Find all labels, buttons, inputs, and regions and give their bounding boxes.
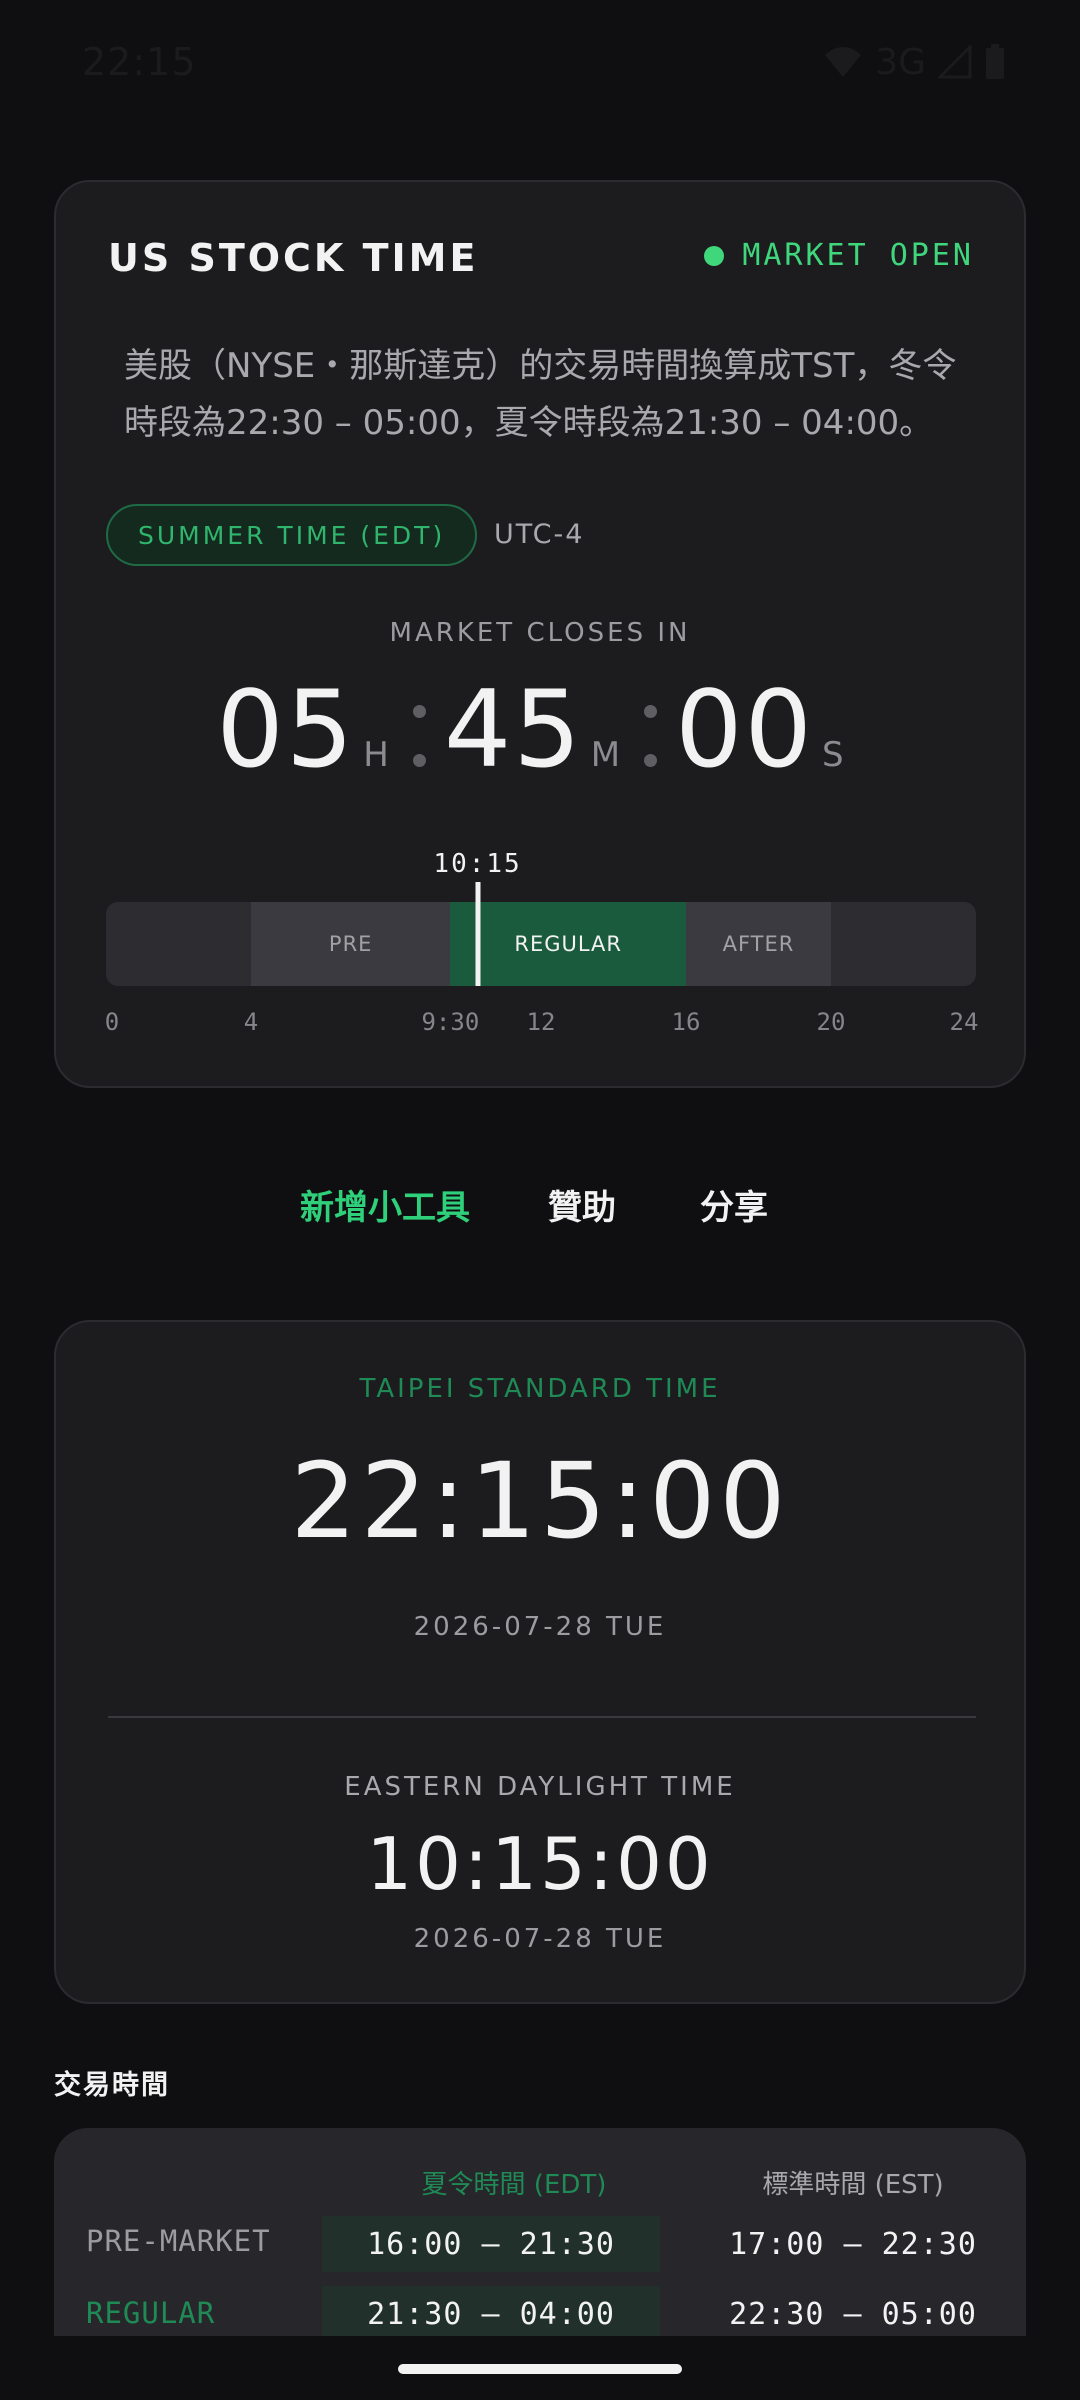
clock-card: TAIPEI STANDARD TIME 22:15:00 2026-07-28… xyxy=(54,1320,1026,2004)
countdown-hours: 05 xyxy=(216,668,356,791)
market-status-label: MARKET OPEN xyxy=(742,238,974,273)
description: 美股（NYSE・那斯達克）的交易時間換算成TST，冬令時段為22:30 – 05… xyxy=(124,346,957,443)
timeline-segment-pre: PRE xyxy=(251,902,451,986)
season-badge: SUMMER TIME (EDT) xyxy=(106,504,478,566)
countdown-seconds-unit: S xyxy=(822,735,844,775)
header-est: 標準時間 (EST) xyxy=(762,2170,944,2200)
us-stock-card: US STOCK TIME MARKET OPEN 美股（NYSE・那斯達克）的… xyxy=(54,180,1026,1088)
battery-icon xyxy=(986,44,1004,79)
card-title: US STOCK TIME xyxy=(108,236,479,280)
taipei-label: TAIPEI STANDARD TIME xyxy=(359,1374,721,1404)
taipei-date: 2026-07-28 TUE xyxy=(413,1612,667,1642)
timeline-segment-after: AFTER xyxy=(686,902,831,986)
cell-est: 22:30 – 05:00 xyxy=(729,2296,977,2332)
eastern-date: 2026-07-28 TUE xyxy=(413,1924,667,1954)
timeline-tick-label: 4 xyxy=(243,1008,259,1036)
wifi-icon xyxy=(825,47,862,77)
countdown-seconds: 00 xyxy=(675,668,814,791)
action-tabs: 新增小工具 贊助 分享 xyxy=(0,1180,1080,1232)
status-icons: 3G xyxy=(823,41,1006,83)
countdown-hours-unit: H xyxy=(363,735,389,775)
trading-hours-table: 夏令時間 (EDT) 標準時間 (EST) PRE-MARKET 16:00 –… xyxy=(54,2128,1026,2338)
tab-sponsor[interactable]: 贊助 xyxy=(548,1180,616,1229)
trading-hours-title: 交易時間 xyxy=(54,2070,170,2101)
countdown-label: MARKET CLOSES IN xyxy=(389,618,691,648)
header-edt: 夏令時間 (EDT) xyxy=(421,2170,607,2200)
timeline-segment-regular: REGULAR xyxy=(450,902,686,986)
countdown-minutes-unit: M xyxy=(590,735,621,775)
cell-edt: 16:00 – 21:30 xyxy=(322,2216,660,2272)
market-status: MARKET OPEN xyxy=(704,238,974,273)
cell-edt: 21:30 – 04:00 xyxy=(322,2286,660,2338)
colon-separator xyxy=(412,705,426,767)
row-label: REGULAR xyxy=(86,2296,216,2330)
divider xyxy=(108,1716,976,1718)
home-indicator[interactable] xyxy=(398,2364,682,2374)
tab-share[interactable]: 分享 xyxy=(700,1180,768,1229)
taipei-time: 22:15:00 xyxy=(290,1440,790,1562)
signal-icon xyxy=(938,45,972,79)
row-label: PRE-MARKET xyxy=(86,2224,271,2258)
network-type: 3G xyxy=(875,41,926,83)
timeline-now-marker xyxy=(475,882,481,986)
timeline-bar: PRE REGULAR AFTER xyxy=(106,902,976,986)
timeline-tick-label: 24 xyxy=(949,1008,979,1036)
countdown-minutes: 45 xyxy=(443,668,583,791)
countdown: 05 H 45 M 00 S xyxy=(56,668,1024,791)
utc-offset: UTC-4 xyxy=(494,519,585,550)
timeline-tick-label: 9:30 xyxy=(421,1008,480,1036)
status-dot-icon xyxy=(704,245,725,266)
timeline-tick-label: 20 xyxy=(816,1008,846,1036)
timeline-tick-label: 12 xyxy=(526,1008,556,1036)
tab-add-widget[interactable]: 新增小工具 xyxy=(300,1180,470,1229)
timeline-tick-label: 0 xyxy=(104,1008,120,1036)
colon-separator xyxy=(644,705,658,767)
cell-est: 17:00 – 22:30 xyxy=(729,2226,977,2262)
status-time: 22:15 xyxy=(82,40,197,84)
eastern-label: EASTERN DAYLIGHT TIME xyxy=(344,1772,736,1802)
status-bar: 22:15 3G xyxy=(0,0,1080,128)
eastern-time: 10:15:00 xyxy=(366,1822,714,1906)
timeline-now-label: 10:15 xyxy=(433,849,522,879)
timeline-tick-label: 16 xyxy=(671,1008,701,1036)
